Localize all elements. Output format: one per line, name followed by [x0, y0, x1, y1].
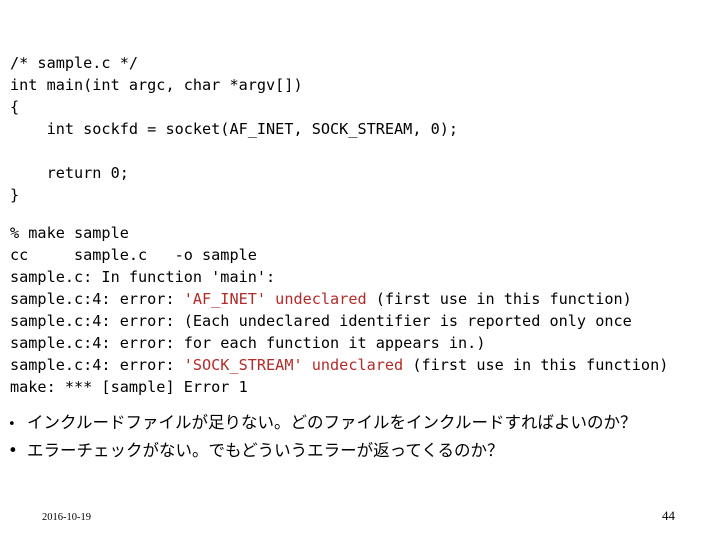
terminal-output-line: sample.c:4: error: 'SOCK_STREAM' undecla…	[10, 354, 668, 376]
bullet-icon: •	[8, 417, 16, 432]
source-code-line: int sockfd = socket(AF_INET, SOCK_STREAM…	[10, 120, 459, 138]
terminal-output-line: cc sample.c -o sample	[10, 244, 668, 266]
terminal-output-line: sample.c:4: error: for each function it …	[10, 332, 668, 354]
terminal-text: sample.c:4: error:	[10, 290, 184, 308]
terminal-text: cc sample.c -o sample	[10, 246, 257, 264]
terminal-output-line: make: *** [sample] Error 1	[10, 376, 668, 398]
source-code-line: }	[10, 186, 20, 204]
terminal-output-line: sample.c:4: error: (Each undeclared iden…	[10, 310, 668, 332]
source-code-line: /* sample.c */	[10, 54, 139, 72]
terminal-output-line: sample.c:4: error: 'AF_INET' undeclared …	[10, 288, 668, 310]
japanese-notes-list: • インクルードファイルが足りない。どのファイルをインクルードすればよいのか？ • エ…	[8, 410, 714, 464]
terminal-text: sample.c:4: error: for each function it …	[10, 334, 486, 352]
note-list-item: • インクルードファイルが足りない。どのファイルをインクルードすればよいのか？	[8, 410, 714, 438]
source-code-block: /* sample.c */ int main(int argc, char *a…	[10, 52, 458, 206]
slide-canvas: /* sample.c */ int main(int argc, char *a…	[0, 0, 720, 540]
note-text: インクルードファイルが足りない。どのファイルをインクルードすればよいのか？	[27, 413, 637, 432]
terminal-text: sample.c:4: error: (Each undeclared iden…	[10, 312, 632, 330]
slide-footer: 2016-10-19 44	[0, 505, 720, 535]
source-code-line	[10, 140, 458, 162]
note-text: エラーチェックがない。でもどういうエラーが返ってくるのか？	[27, 441, 504, 460]
terminal-output-line: sample.c: In function 'main':	[10, 266, 668, 288]
source-code-line: {	[10, 98, 20, 116]
terminal-output-block: % make sample cc sample.c -o sample sample…	[10, 222, 668, 398]
terminal-text: make: *** [sample] Error 1	[10, 378, 248, 396]
source-code-line: int main(int argc, char *argv[])	[10, 76, 303, 94]
terminal-text: % make sample	[10, 224, 129, 242]
terminal-text: sample.c: In function 'main':	[10, 268, 276, 286]
note-list-item: • エラーチェックがない。でもどういうエラーが返ってくるのか？	[8, 438, 714, 464]
error-highlight: 'AF_INET' undeclared	[183, 290, 367, 308]
terminal-output-line: % make sample	[10, 222, 668, 244]
bullet-icon: •	[8, 441, 18, 460]
terminal-text: (first use in this function)	[366, 290, 632, 308]
error-highlight: 'SOCK_STREAM' undeclared	[183, 356, 404, 374]
source-code-line: return 0;	[10, 164, 129, 182]
footer-page-number: 44	[662, 508, 675, 523]
terminal-text: (first use in this function)	[403, 356, 669, 374]
terminal-text: sample.c:4: error:	[10, 356, 184, 374]
footer-date: 2016-10-19	[42, 512, 91, 523]
